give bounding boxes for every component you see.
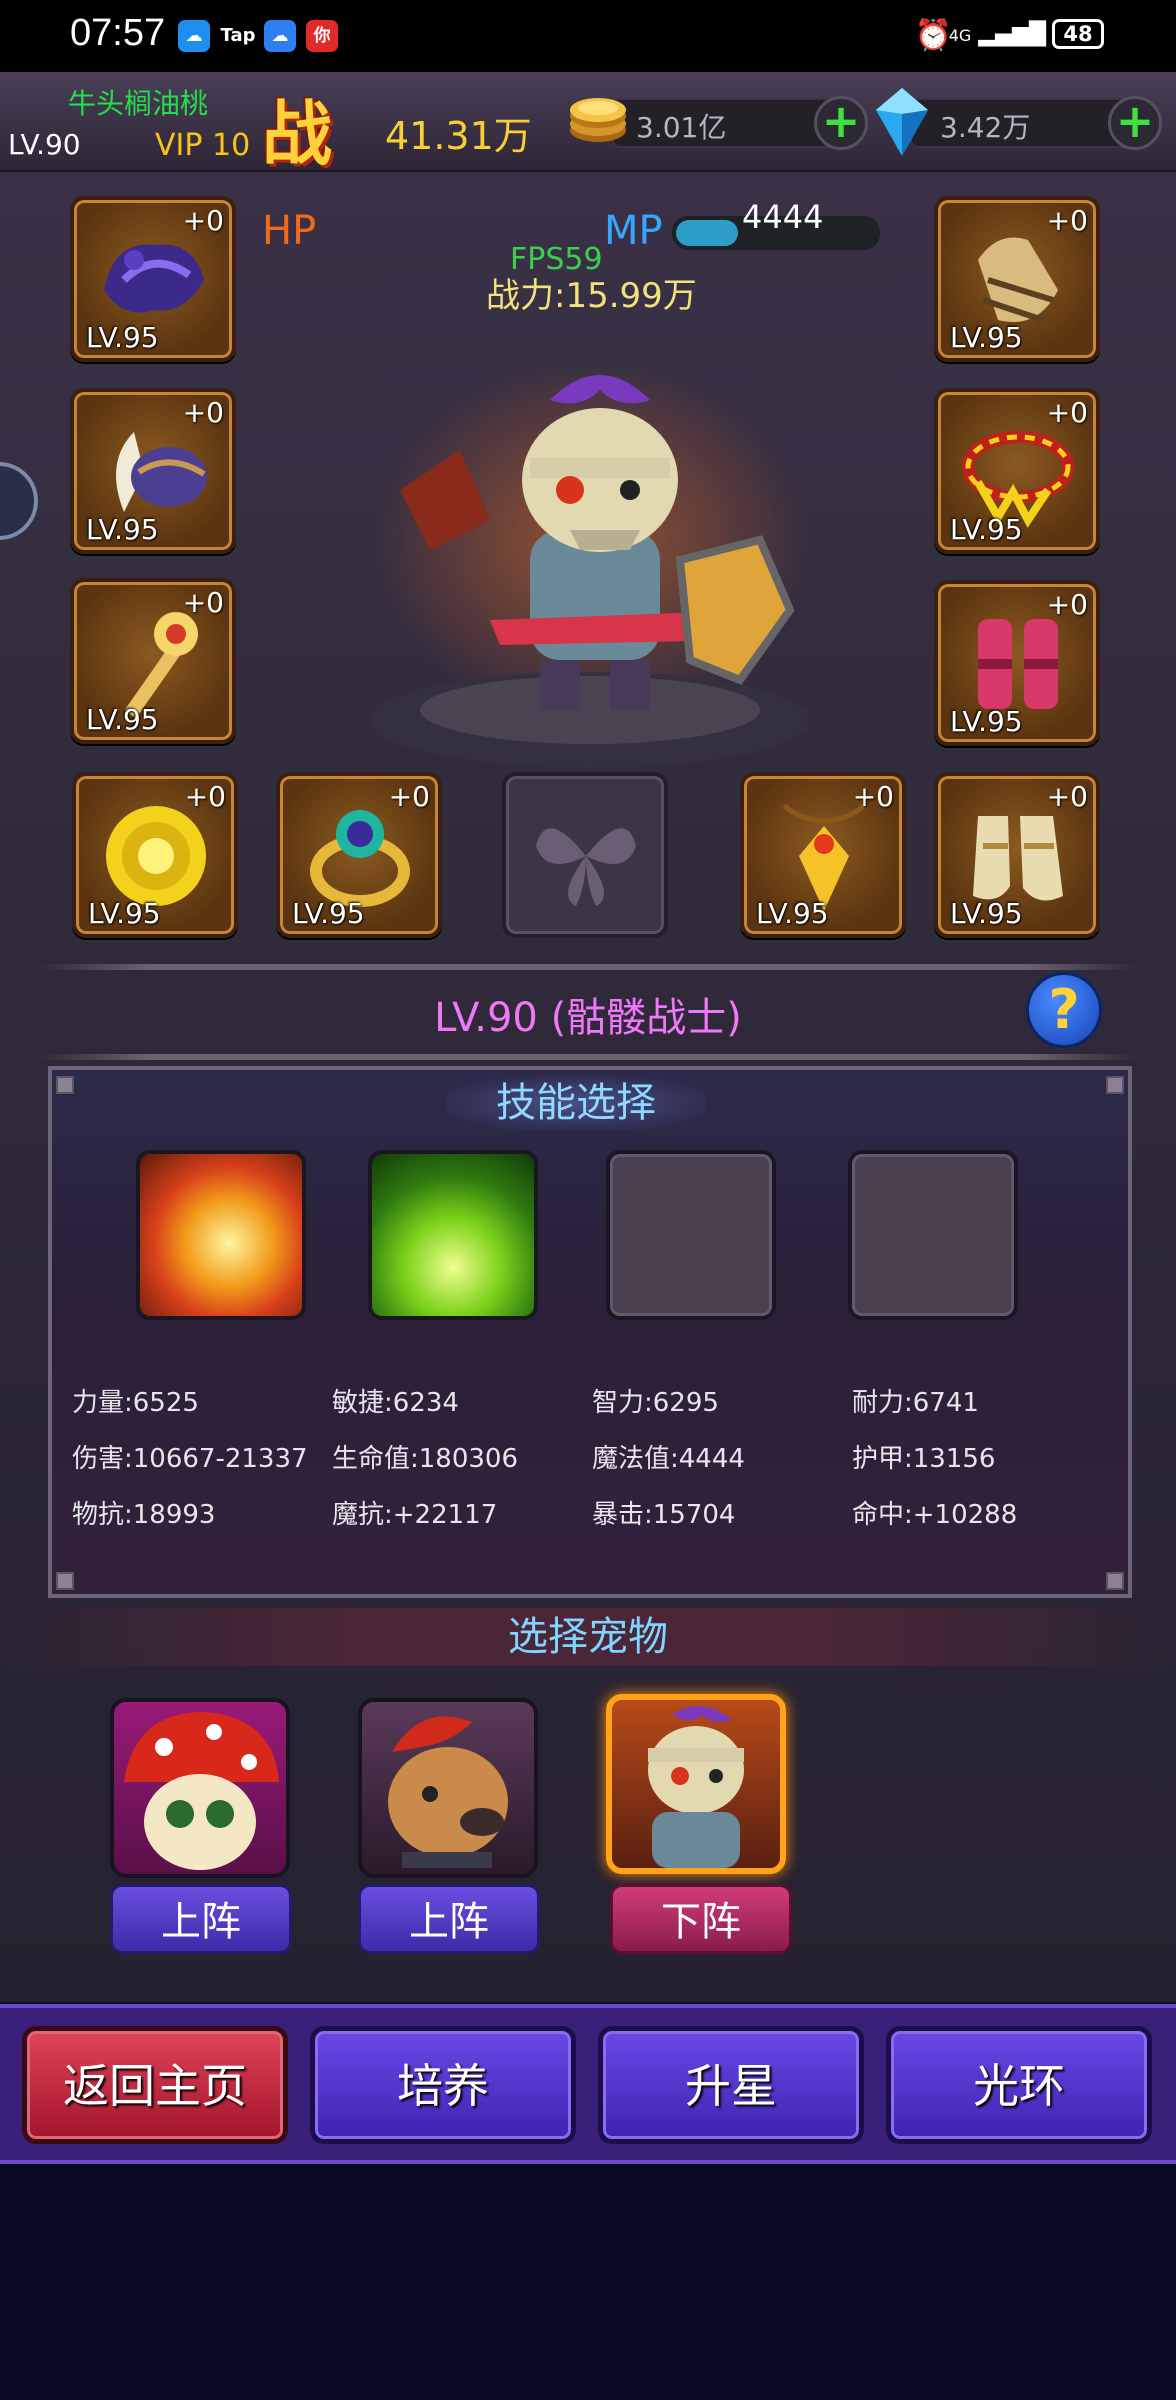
clock: 07:57	[70, 12, 166, 54]
skill-select-title: 技能选择	[446, 1076, 706, 1130]
mushroom-pet-icon[interactable]	[110, 1698, 290, 1878]
equip-slot-legs[interactable]: +0 LV.95	[934, 580, 1100, 746]
equip-slot-wings[interactable]	[502, 772, 668, 938]
equip-slot-orb[interactable]: +0 LV.95	[72, 772, 238, 938]
hyena-pet-icon[interactable]	[358, 1698, 538, 1878]
train-button[interactable]: 培养	[310, 2026, 576, 2144]
empty-skill-slot[interactable]	[848, 1150, 1018, 1320]
pet-deploy-button[interactable]: 上阵	[358, 1884, 540, 1954]
cloud-icon: ☁	[264, 20, 296, 52]
stat-accuracy: 命中:+10288	[852, 1500, 1018, 1530]
equip-slot-gloves[interactable]: +0 LV.95	[934, 196, 1100, 362]
equip-slot-belt[interactable]: +0 LV.95	[934, 388, 1100, 554]
skeleton-warrior-pet-icon[interactable]	[606, 1694, 786, 1874]
mp-bar-fill	[676, 220, 738, 246]
stat-damage: 伤害:10667-21337	[72, 1444, 308, 1474]
player-name: 牛头榈油桃	[68, 87, 209, 120]
stat-armor: 护甲:13156	[852, 1444, 996, 1474]
aura-button[interactable]: 光环	[886, 2026, 1152, 2144]
gold-value: 3.01亿	[636, 111, 727, 144]
hero-level-class: LV.90 (骷髅战士)	[434, 995, 742, 1041]
equip-slot-weapon[interactable]: +0 LV.95	[70, 578, 236, 744]
empty-skill-slot[interactable]	[606, 1150, 776, 1320]
stat-stamina: 耐力:6741	[852, 1388, 979, 1418]
stat-agility: 敏捷:6234	[332, 1388, 459, 1418]
player-power: 41.31万	[385, 114, 532, 158]
battle-power-icon: 战	[262, 93, 332, 175]
add-gem-button[interactable]: +	[1108, 96, 1162, 150]
panel-corner	[56, 1572, 74, 1590]
stat-critical: 暴击:15704	[592, 1500, 736, 1530]
signal-icon: 4G ▂▄▆█	[948, 22, 1046, 47]
status-bar: 07:57 ☁ Tap ☁ 你 ⏰ 4G ▂▄▆█ 48	[0, 0, 1176, 72]
battery-icon: 48	[1052, 19, 1104, 49]
stat-strength: 力量:6525	[72, 1388, 199, 1418]
stat-physical-resist: 物抗:18993	[72, 1500, 216, 1530]
divider	[40, 964, 1136, 970]
hero-character-image	[370, 360, 810, 768]
stat-hp: 生命值:180306	[332, 1444, 519, 1474]
panel-corner	[1106, 1076, 1124, 1094]
mp-label: MP	[604, 208, 663, 254]
panel-corner	[56, 1076, 74, 1094]
equip-slot-amulet[interactable]: +0 LV.95	[740, 772, 906, 938]
taptap-icon: Tap	[218, 20, 258, 52]
alarm-icon: ⏰	[914, 18, 952, 53]
equip-slot-ring[interactable]: +0 LV.95	[276, 772, 442, 938]
panel-corner	[1106, 1572, 1124, 1590]
app-icon: 你	[306, 20, 338, 52]
mp-value: 4444	[742, 198, 824, 236]
stat-mp: 魔法值:4444	[592, 1444, 745, 1474]
stat-magic-resist: 魔抗:+22117	[332, 1500, 498, 1530]
weather-icon: ☁	[178, 20, 210, 52]
wings-icon	[536, 828, 636, 906]
return-home-button[interactable]: 返回主页	[22, 2026, 288, 2144]
select-pet-title: 选择宠物	[0, 1608, 1176, 1666]
combat-power: 战力:15.99万	[486, 276, 697, 316]
equip-slot-shoulder[interactable]: +0 LV.95	[70, 196, 236, 362]
gem-value: 3.42万	[940, 111, 1031, 144]
equip-slot-boots[interactable]: +0 LV.95	[934, 772, 1100, 938]
green-burst-skill-icon[interactable]	[368, 1150, 538, 1320]
help-button[interactable]: ?	[1026, 972, 1102, 1048]
divider	[40, 1054, 1136, 1060]
hp-label: HP	[262, 208, 317, 254]
star-up-button[interactable]: 升星	[598, 2026, 864, 2144]
gem-icon	[876, 88, 928, 156]
pet-deploy-button[interactable]: 上阵	[110, 1884, 292, 1954]
equip-slot-helmet[interactable]: +0 LV.95	[70, 388, 236, 554]
vip-badge[interactable]: VIP 10	[155, 128, 250, 163]
pet-recall-button[interactable]: 下阵	[610, 1884, 792, 1954]
add-gold-button[interactable]: +	[814, 96, 868, 150]
stat-intelligence: 智力:6295	[592, 1388, 719, 1418]
fire-slash-skill-icon[interactable]	[136, 1150, 306, 1320]
player-level: LV.90	[8, 128, 81, 161]
gold-coin-icon	[570, 98, 626, 142]
